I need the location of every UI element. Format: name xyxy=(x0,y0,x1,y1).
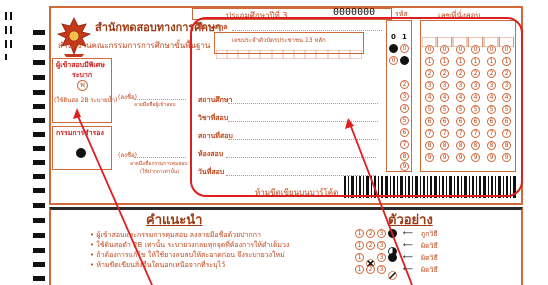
example-bubble: 1 xyxy=(355,241,364,250)
absent-bubble-filled[interactable] xyxy=(76,148,86,158)
pencil-note: (ใช้ดินสอ 2B ระบายน้ำ) xyxy=(54,97,118,104)
signature-examinee-line xyxy=(134,99,186,100)
example-result: ถูกวิธี xyxy=(421,230,438,238)
signature-proctor-line xyxy=(134,157,186,158)
signature-proctor-label: (ลงชื่อ) xyxy=(118,152,137,159)
arrow-left-icon: ⟵ xyxy=(403,265,414,273)
example-bubble: 3 xyxy=(377,265,386,274)
instruction-item-text: ถ้าต้องการแก้ไข ให้ใช้ยางลบลบให้สะอาดก่อ… xyxy=(96,251,285,259)
highlight-box xyxy=(190,17,523,197)
example-bubble-filled xyxy=(388,253,397,262)
example-bubble: 2 xyxy=(366,265,375,274)
example-bubble: 2 xyxy=(366,229,375,238)
signature-proctor-caption: ลายมือชื่อกรรมการคุมสอบ xyxy=(130,161,188,167)
example-title: ตัวอย่าง xyxy=(388,213,433,228)
instruction-item: • ใช้ดินสอดำ 2B เท่านั้น ระบายวงกลมทุกจุ… xyxy=(90,241,290,249)
absent-label: กรรมการสำรอง xyxy=(56,129,104,137)
special-exam-bubble[interactable]: พ xyxy=(77,80,88,91)
example-result: ผิดวิธี xyxy=(421,242,438,250)
office-title: สำนักงานคณะกรรมการการศึกษาขั้นพื้นฐาน xyxy=(58,41,211,50)
slashed-bubble-icon xyxy=(388,265,397,280)
example-bubble: 3 xyxy=(377,241,386,250)
corner-tick-marks xyxy=(5,12,17,60)
instruction-item-text: ห้ามขีดเขียนสิ่งอื่นใดนอกเหนือจากที่ระบุ… xyxy=(96,261,226,269)
instruction-item-text: ใช้ดินสอดำ 2B เท่านั้น ระบายวงกลมทุกจุดท… xyxy=(96,241,290,249)
instruction-item: • ห้ามขีดเขียนสิ่งอื่นใดนอกเหนือจากที่ระ… xyxy=(90,261,226,269)
example-result: ผิดวิธี xyxy=(421,254,438,262)
instruction-item: • ผู้เข้าสอบและกรรมการคุมสอบ ลงลายมือชื่… xyxy=(90,231,261,239)
example-result: ผิดวิธี xyxy=(421,266,438,274)
crossed-bubble-icon xyxy=(366,253,375,268)
arrow-left-icon: ⟵ xyxy=(403,241,414,249)
example-bubble: 1 xyxy=(355,229,364,238)
example-bubble: 1 xyxy=(355,253,364,262)
half-filled-bubble-icon xyxy=(388,241,397,256)
example-bubble: 2 xyxy=(366,241,375,250)
example-bubble-filled xyxy=(388,229,397,238)
instruction-item-text: ผู้เข้าสอบและกรรมการคุมสอบ ลงลายมือชื่อด… xyxy=(96,231,261,239)
instructions-title: คำแนะนำ xyxy=(146,213,203,228)
instruction-item: • ถ้าต้องการแก้ไข ให้ใช้ยางลบลบให้สะอาดก… xyxy=(90,251,285,259)
example-rows: 1 2 3 1 2 3 1 3 1 2 3 ⟵ ⟵ ⟵ ⟵ ถูกวิธี ผิ… xyxy=(355,229,475,280)
arrow-left-icon: ⟵ xyxy=(403,253,414,261)
signature-proctor-note: (ใช้ปากกาเท่านั้น) xyxy=(140,169,180,175)
example-bubble: 1 xyxy=(355,265,364,274)
example-bubble: 3 xyxy=(377,253,386,262)
example-bubble: 3 xyxy=(377,229,386,238)
arrow-left-icon: ⟵ xyxy=(403,229,414,237)
instruction-list: • ผู้เข้าสอบและกรรมการคุมสอบ ลงลายมือชื่… xyxy=(90,230,330,270)
signature-examinee-caption: ลายมือชื่อผู้เข้าสอบ xyxy=(134,102,176,108)
